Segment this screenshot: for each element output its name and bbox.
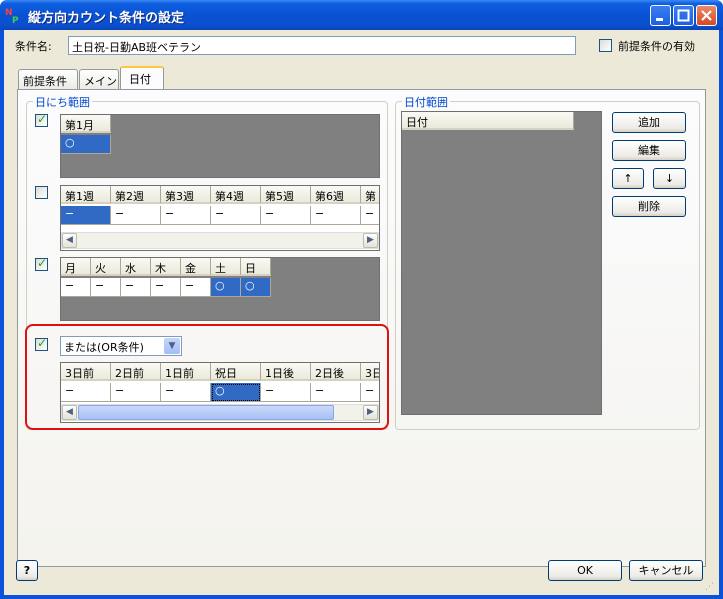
dialog-window: N P 縦方向カウント条件の設定 条件名: 土日祝-日勤AB班ベテラン 前提条件… <box>0 0 723 599</box>
week-cell[interactable]: − <box>211 206 261 225</box>
date-range-title: 日付範囲 <box>402 94 450 110</box>
tab-prerequisite[interactable]: 前提条件 <box>18 69 78 89</box>
weekday-header: 月 <box>61 258 91 276</box>
day-range-group: 日にち範囲 ✓ 第1月 ○ 第1週 第2週 第3週 第4週 第5週 第6週 第 <box>25 94 389 430</box>
month-checkbox[interactable]: ✓ <box>35 112 48 127</box>
tab-panel-date: 日にち範囲 ✓ 第1月 ○ 第1週 第2週 第3週 第4週 第5週 第6週 第 <box>17 89 706 567</box>
week-cell[interactable]: − <box>261 206 311 225</box>
week-header: 第2週 <box>111 186 161 204</box>
weekday-header: 水 <box>121 258 151 276</box>
weekday-grid: 月 火 水 木 金 土 日 − − − − − ○ ○ <box>60 257 380 321</box>
date-range-list[interactable]: 日付 <box>401 111 602 415</box>
resize-grip-icon[interactable]: ⋰ <box>705 582 717 594</box>
day-range-title: 日にち範囲 <box>33 94 92 110</box>
month-grid: 第1月 ○ <box>60 114 380 178</box>
maximize-button[interactable] <box>673 5 694 26</box>
week-header: 第6週 <box>311 186 361 204</box>
weekday-cell[interactable]: ○ <box>211 278 241 297</box>
week-header: 第 <box>361 186 379 204</box>
close-button[interactable] <box>696 5 717 26</box>
week-header: 第1週 <box>61 186 111 204</box>
scroll-right-icon[interactable]: ▶ <box>363 233 378 248</box>
move-up-button[interactable]: ↑ <box>612 168 644 189</box>
week-cell[interactable]: − <box>361 206 379 225</box>
date-column-header: 日付 <box>402 112 574 130</box>
week-checkbox[interactable] <box>35 186 48 199</box>
help-button[interactable]: ? <box>16 560 38 581</box>
week-grid: 第1週 第2週 第3週 第4週 第5週 第6週 第 − − − − − − − … <box>60 185 380 251</box>
week-cell[interactable]: − <box>161 206 211 225</box>
maximize-icon <box>677 9 690 22</box>
prereq-enabled-checkbox[interactable] <box>599 39 612 52</box>
weekday-cell[interactable]: − <box>181 278 211 297</box>
week-cell[interactable]: − <box>111 206 161 225</box>
weekday-cell[interactable]: − <box>151 278 181 297</box>
delete-button[interactable]: 削除 <box>612 196 686 217</box>
svg-text:P: P <box>12 16 19 24</box>
week-header: 第3週 <box>161 186 211 204</box>
add-button[interactable]: 追加 <box>612 112 686 133</box>
month-cell[interactable]: ○ <box>61 135 111 154</box>
scroll-left-icon[interactable]: ◀ <box>62 233 77 248</box>
dialog-client: 条件名: 土日祝-日勤AB班ベテラン 前提条件の有効 前提条件 メイン 日付 日… <box>4 30 719 595</box>
weekday-header: 火 <box>91 258 121 276</box>
app-icon: N P <box>5 8 19 24</box>
date-range-group: 日付範囲 日付 追加 編集 ↑ ↓ 削除 <box>395 94 700 430</box>
weekday-cell[interactable]: ○ <box>241 278 271 297</box>
weekday-cell[interactable]: − <box>121 278 151 297</box>
close-icon <box>701 10 712 21</box>
move-down-button[interactable]: ↓ <box>653 168 686 189</box>
weekday-header: 土 <box>211 258 241 276</box>
week-cell[interactable]: − <box>311 206 361 225</box>
weekday-cell[interactable]: − <box>91 278 121 297</box>
cancel-button[interactable]: キャンセル <box>629 560 703 581</box>
weekday-header: 金 <box>181 258 211 276</box>
weekday-header: 日 <box>241 258 271 276</box>
week-cell[interactable]: − <box>61 206 111 225</box>
week-scrollbar[interactable]: ◀ ▶ <box>61 232 379 249</box>
weekday-cell[interactable]: − <box>61 278 91 297</box>
minimize-button[interactable] <box>650 5 671 26</box>
check-icon: ✓ <box>37 256 48 270</box>
check-icon: ✓ <box>37 112 48 126</box>
prereq-enabled-label: 前提条件の有効 <box>618 40 695 53</box>
title-bar[interactable]: N P 縦方向カウント条件の設定 <box>0 0 723 30</box>
weekday-header: 木 <box>151 258 181 276</box>
minimize-icon <box>656 18 663 21</box>
ok-button[interactable]: OK <box>548 560 622 581</box>
edit-button[interactable]: 編集 <box>612 140 686 161</box>
week-header: 第4週 <box>211 186 261 204</box>
tab-date[interactable]: 日付 <box>120 66 164 90</box>
condition-name-label: 条件名: <box>15 40 52 53</box>
condition-name-input[interactable]: 土日祝-日勤AB班ベテラン <box>68 36 576 55</box>
window-title: 縦方向カウント条件の設定 <box>28 11 185 26</box>
highlight-frame <box>25 324 389 430</box>
month-header: 第1月 <box>61 115 111 133</box>
week-header: 第5週 <box>261 186 311 204</box>
weekday-checkbox[interactable]: ✓ <box>35 256 48 271</box>
tab-main[interactable]: メイン <box>79 69 119 89</box>
